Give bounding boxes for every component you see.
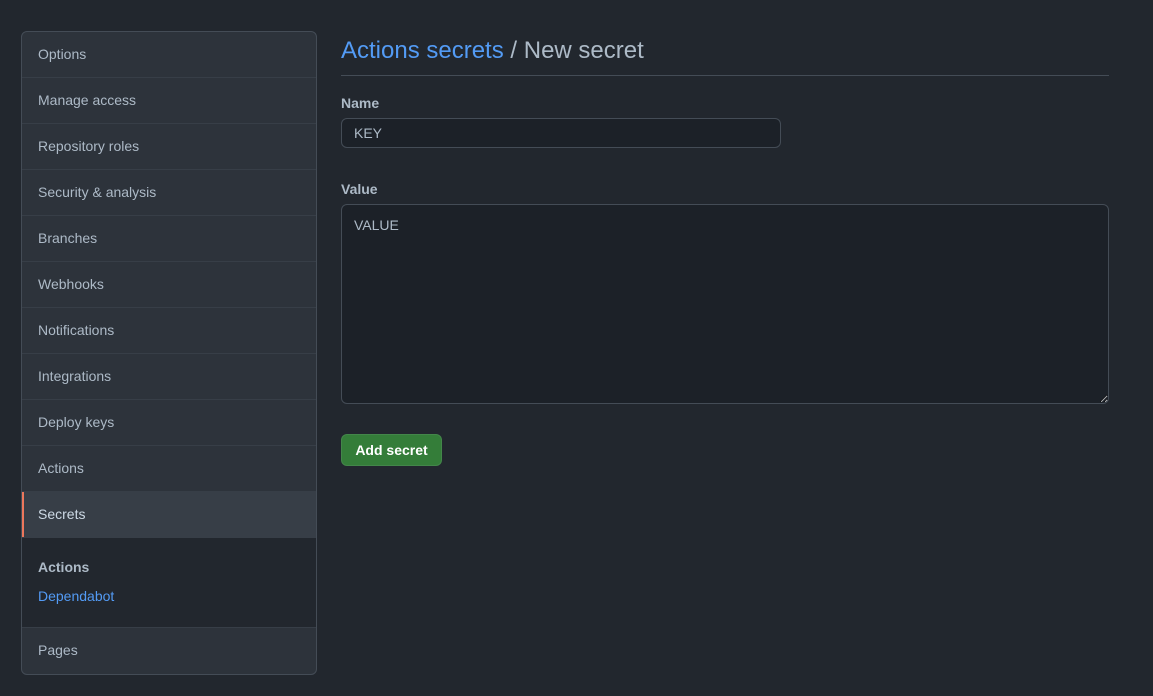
main-content: Actions secrets / New secret Name Value … — [341, 31, 1109, 466]
name-label: Name — [341, 95, 380, 111]
settings-sidebar: Options Manage access Repository roles S… — [21, 31, 317, 675]
sidebar-item-actions[interactable]: Actions — [22, 446, 316, 492]
sidebar-item-security-analysis[interactable]: Security & analysis — [22, 170, 316, 216]
page-title-text: New secret — [523, 37, 644, 64]
secret-name-input[interactable] — [341, 118, 781, 148]
sidebar-item-secrets[interactable]: Secrets — [22, 492, 316, 538]
subnav-item-actions[interactable]: Actions — [38, 538, 316, 575]
sidebar-item-manage-access[interactable]: Manage access — [22, 78, 316, 124]
sidebar-item-pages[interactable]: Pages — [22, 628, 316, 673]
sidebar-item-deploy-keys[interactable]: Deploy keys — [22, 400, 316, 446]
breadcrumb-actions-secrets-link[interactable]: Actions secrets — [341, 37, 504, 64]
sidebar-item-branches[interactable]: Branches — [22, 216, 316, 262]
secret-value-textarea[interactable]: VALUE — [341, 204, 1109, 404]
subnav-item-dependabot[interactable]: Dependabot — [38, 589, 316, 604]
breadcrumb-separator: / — [503, 37, 524, 64]
sidebar-item-repository-roles[interactable]: Repository roles — [22, 124, 316, 170]
value-label: Value — [341, 181, 378, 197]
sidebar-item-integrations[interactable]: Integrations — [22, 354, 316, 400]
page-title: Actions secrets / New secret — [341, 31, 1109, 76]
secrets-subnav: Actions Dependabot — [22, 538, 316, 628]
sidebar-item-options[interactable]: Options — [22, 32, 316, 78]
add-secret-button[interactable]: Add secret — [341, 434, 442, 466]
sidebar-item-notifications[interactable]: Notifications — [22, 308, 316, 354]
sidebar-item-webhooks[interactable]: Webhooks — [22, 262, 316, 308]
